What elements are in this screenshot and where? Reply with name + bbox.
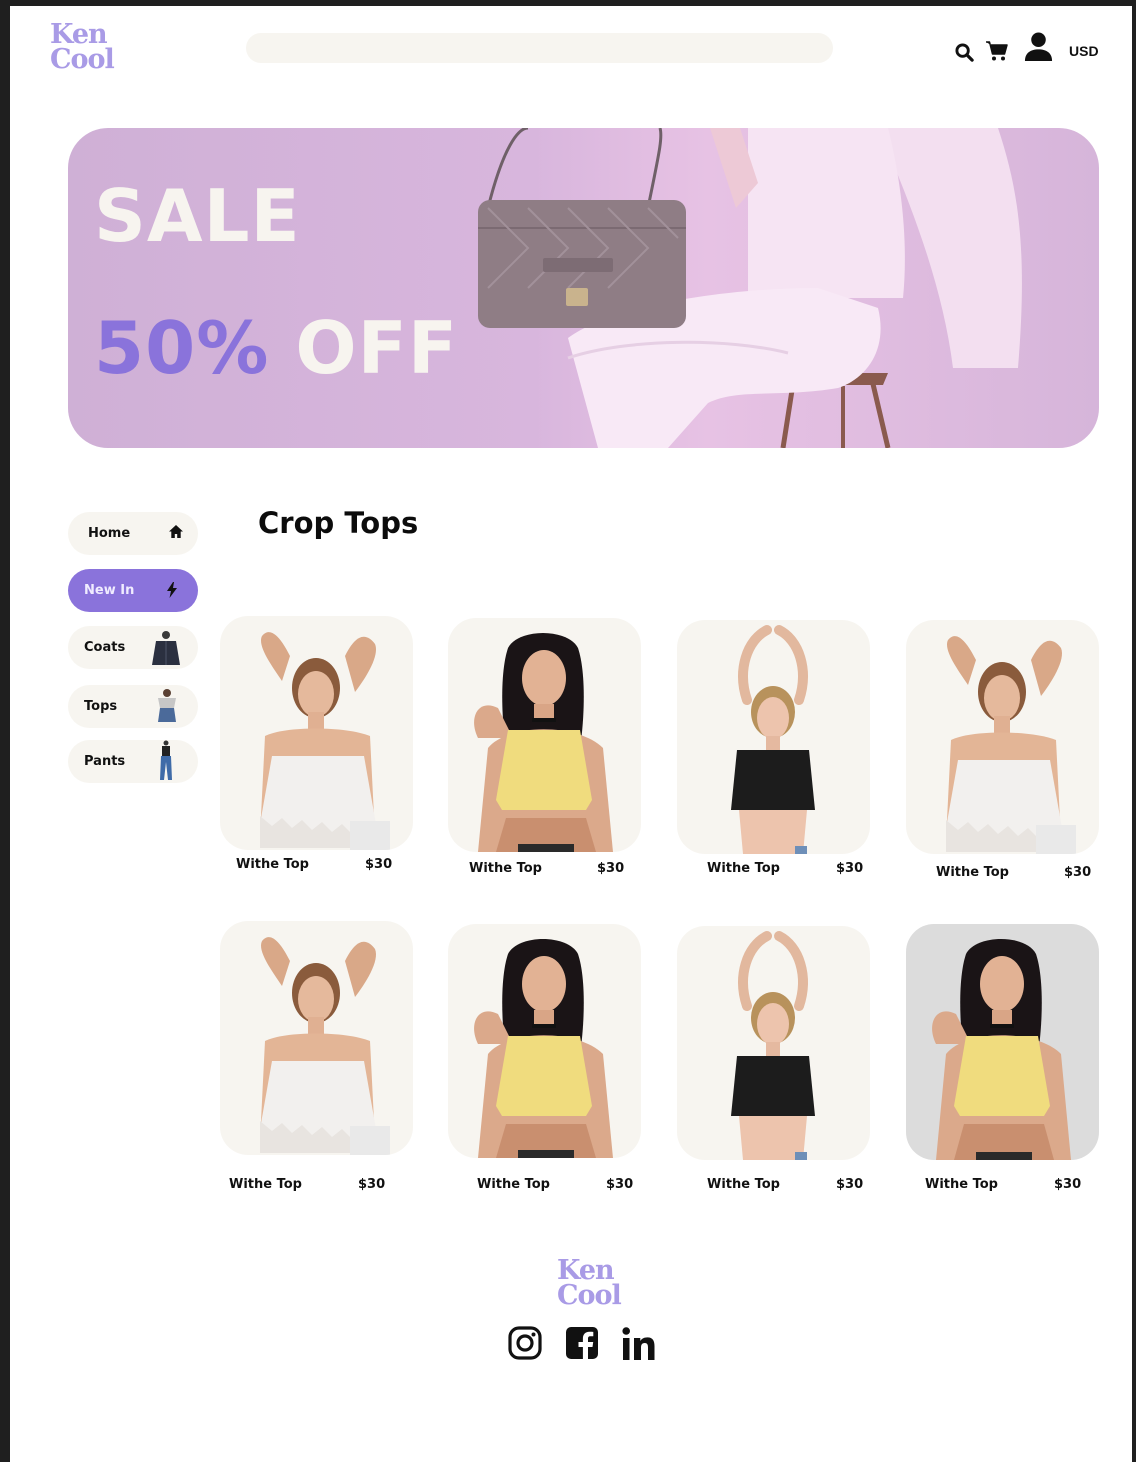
- product-price: $30: [606, 1177, 634, 1192]
- banner-photo: [478, 128, 1022, 448]
- product-name[interactable]: Withe Top: [477, 1177, 550, 1192]
- product-name[interactable]: Withe Top: [936, 865, 1009, 880]
- sidebar-item-label: New In: [84, 583, 135, 598]
- sale-banner[interactable]: SALE 50% OFF: [68, 128, 1099, 448]
- sidebar-item-tops[interactable]: Tops: [68, 685, 198, 728]
- product-price: $30: [1054, 1177, 1082, 1192]
- product-price: $30: [836, 1177, 864, 1192]
- search-input[interactable]: [246, 33, 833, 63]
- bolt-icon: [167, 582, 178, 603]
- product-name[interactable]: Withe Top: [236, 857, 309, 872]
- page: Ken Cool USD SALE 50% OFF Home New In Co…: [10, 6, 1132, 1462]
- sidebar-item-home[interactable]: Home: [68, 512, 198, 555]
- product-name[interactable]: Withe Top: [707, 1177, 780, 1192]
- product-image[interactable]: [448, 618, 641, 852]
- sidebar-item-label: Pants: [84, 754, 126, 769]
- cart-icon[interactable]: [984, 38, 1010, 64]
- product-image[interactable]: [677, 926, 870, 1160]
- banner-off: OFF: [295, 306, 458, 390]
- product-name[interactable]: Withe Top: [229, 1177, 302, 1192]
- footer-logo[interactable]: Ken Cool: [557, 1257, 622, 1311]
- linkedin-icon[interactable]: [621, 1326, 657, 1367]
- product-price: $30: [1064, 865, 1092, 880]
- page-title: Crop Tops: [258, 506, 419, 540]
- product-image[interactable]: [220, 616, 413, 850]
- product-price: $30: [836, 861, 864, 876]
- top-thumbnail: [150, 688, 184, 727]
- logo-line2: Cool: [50, 43, 115, 75]
- product-price: $30: [365, 857, 393, 872]
- product-price: $30: [597, 861, 625, 876]
- search-icon[interactable]: [954, 42, 974, 62]
- instagram-icon[interactable]: [508, 1326, 542, 1365]
- product-image[interactable]: [677, 620, 870, 854]
- coat-thumbnail: [148, 629, 184, 670]
- logo-line2: Cool: [557, 1279, 622, 1311]
- sidebar-item-label: Tops: [84, 699, 118, 714]
- banner-discount: 50%: [94, 306, 270, 390]
- product-name[interactable]: Withe Top: [707, 861, 780, 876]
- product-name[interactable]: Withe Top: [925, 1177, 998, 1192]
- sidebar-item-label: Home: [88, 526, 131, 541]
- sidebar-item-label: Coats: [84, 640, 126, 655]
- sidebar-item-new-in[interactable]: New In: [68, 569, 198, 612]
- product-image[interactable]: [220, 921, 413, 1155]
- product-image[interactable]: [906, 620, 1099, 854]
- banner-title: SALE: [94, 174, 301, 258]
- sidebar-item-pants[interactable]: Pants: [68, 740, 198, 783]
- currency-selector[interactable]: USD: [1069, 43, 1099, 59]
- product-name[interactable]: Withe Top: [469, 861, 542, 876]
- facebook-icon[interactable]: [565, 1326, 599, 1365]
- pants-thumbnail: [158, 740, 174, 787]
- home-icon: [168, 524, 184, 544]
- user-icon[interactable]: [1022, 30, 1054, 62]
- product-image[interactable]: [906, 924, 1099, 1160]
- product-image[interactable]: [448, 924, 641, 1158]
- product-price: $30: [358, 1177, 386, 1192]
- banner-subtitle: 50% OFF: [94, 306, 458, 390]
- header-logo[interactable]: Ken Cool: [50, 21, 115, 75]
- sidebar-item-coats[interactable]: Coats: [68, 626, 198, 669]
